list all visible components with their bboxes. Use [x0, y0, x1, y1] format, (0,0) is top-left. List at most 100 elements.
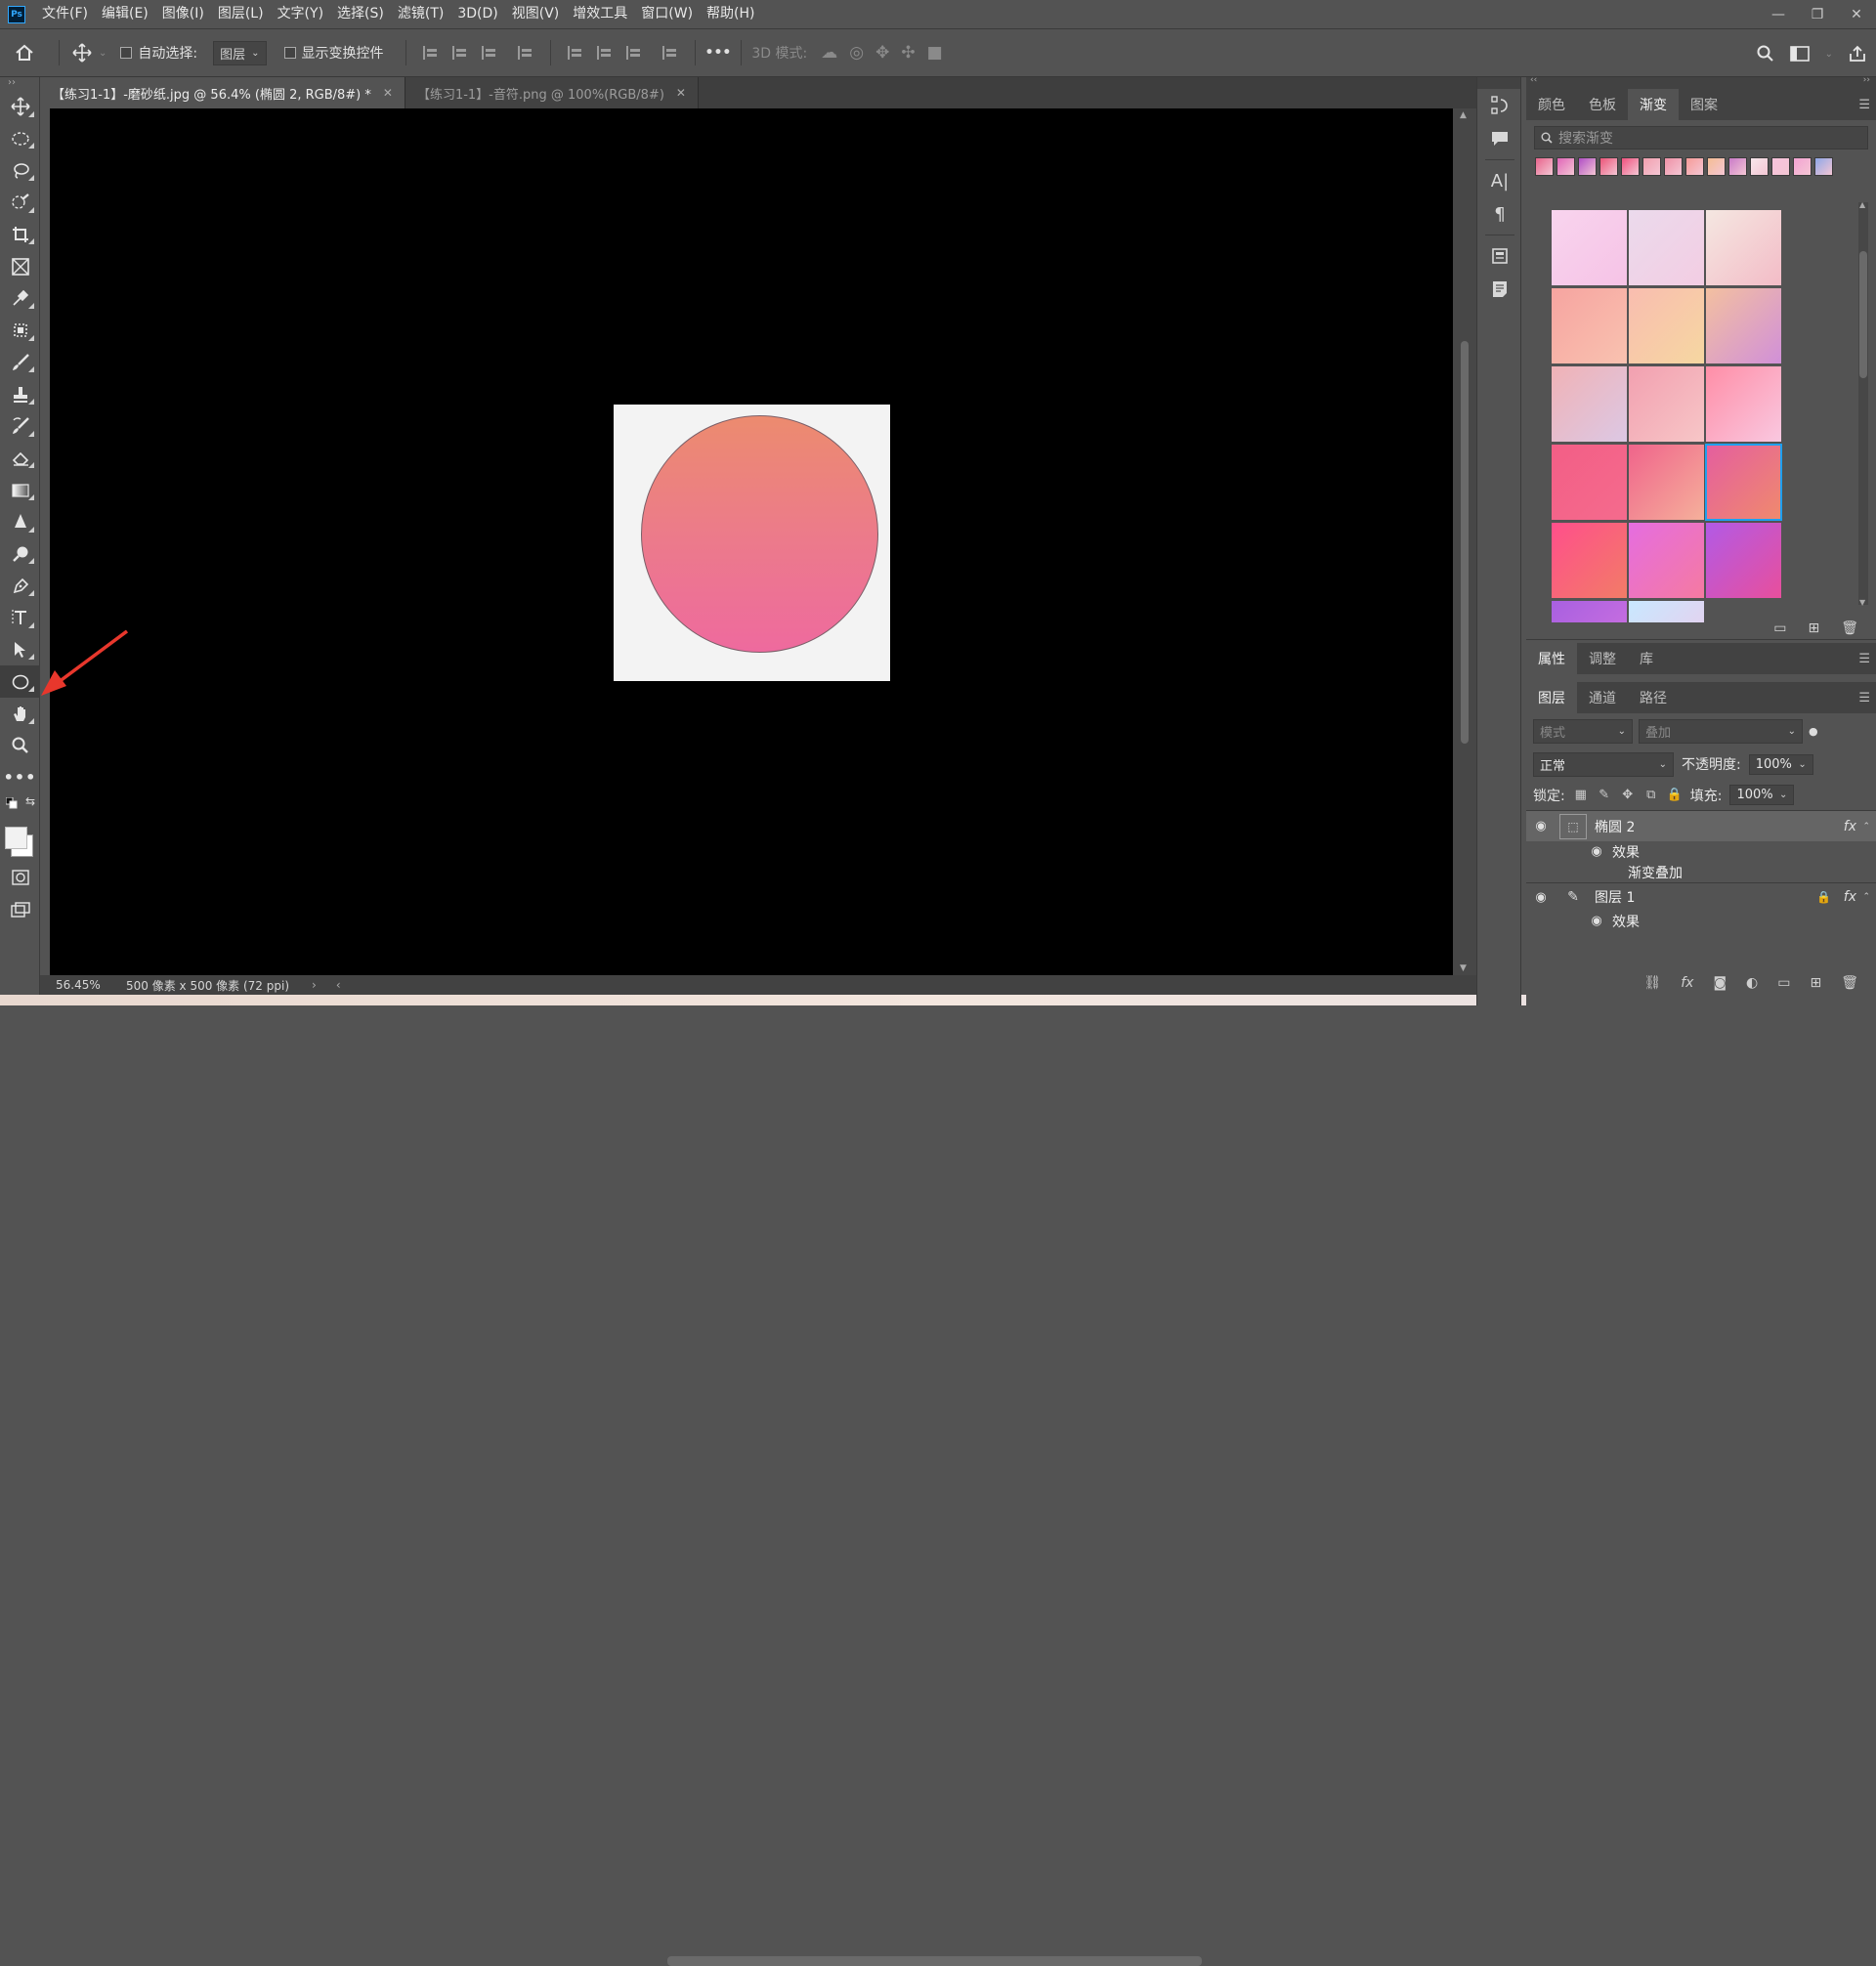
- move-tool[interactable]: [0, 91, 40, 123]
- visibility-eye-icon[interactable]: ◉: [1526, 890, 1556, 905]
- gradient-swatch[interactable]: [1552, 288, 1627, 363]
- gradient-preset[interactable]: [1621, 157, 1640, 176]
- adjustment-layer-icon[interactable]: ◐: [1746, 975, 1758, 991]
- filter-toggle-icon[interactable]: ●: [1809, 725, 1818, 738]
- layer-filter-value-dropdown[interactable]: 叠加 ⌄: [1639, 718, 1803, 744]
- gradient-preset[interactable]: [1814, 157, 1833, 176]
- add-style-icon[interactable]: fx: [1681, 975, 1693, 991]
- gradient-list-scrollbar[interactable]: ▲ ▼: [1858, 200, 1868, 607]
- workspace-icon[interactable]: [1789, 46, 1810, 62]
- gradient-swatch[interactable]: [1629, 288, 1704, 363]
- close-window-button[interactable]: ✕: [1837, 0, 1876, 28]
- opacity-input[interactable]: 100% ⌄: [1748, 753, 1813, 775]
- foreground-color-swatch[interactable]: [5, 827, 27, 850]
- ellipse-shape[interactable]: [641, 415, 878, 653]
- gradient-preset[interactable]: [1685, 157, 1704, 176]
- menu-3d[interactable]: 3D(D): [450, 0, 504, 28]
- dodge-tool[interactable]: [0, 538, 40, 571]
- canvas-horizontal-scrollbar[interactable]: [382, 1954, 1481, 1966]
- frame-tool[interactable]: [0, 250, 40, 282]
- path-select-tool[interactable]: [0, 634, 40, 666]
- 3d-drag-icon[interactable]: ✥: [875, 43, 889, 63]
- restore-button[interactable]: ❐: [1798, 0, 1837, 28]
- link-layers-icon[interactable]: ⛓: [1643, 975, 1661, 991]
- swap-colors-icon[interactable]: ⇆: [25, 794, 35, 808]
- layer-name[interactable]: 图层 1: [1595, 887, 1635, 907]
- effects-row[interactable]: ◉ 效果: [1526, 841, 1876, 862]
- menu-select[interactable]: 选择(S): [330, 0, 391, 28]
- 3d-roll-icon[interactable]: ◎: [849, 43, 864, 63]
- gradient-preset[interactable]: [1642, 157, 1661, 176]
- scroll-thumb[interactable]: [1859, 251, 1867, 378]
- tab-adjustments[interactable]: 调整: [1577, 643, 1628, 674]
- auto-select-checkbox[interactable]: [120, 47, 133, 59]
- gradient-swatch[interactable]: [1629, 445, 1704, 520]
- 3d-slide-icon[interactable]: ✣: [901, 43, 915, 63]
- layer-name[interactable]: 椭圆 2: [1595, 817, 1635, 836]
- gradient-preset[interactable]: [1535, 157, 1554, 176]
- add-mask-icon[interactable]: ◙: [1713, 975, 1727, 991]
- tab-paths[interactable]: 路径: [1628, 682, 1679, 713]
- clone-stamp-tool[interactable]: [0, 378, 40, 410]
- gradient-swatch[interactable]: [1552, 445, 1627, 520]
- menu-file[interactable]: 文件(F): [35, 0, 95, 28]
- scroll-down-icon[interactable]: ▼: [1859, 598, 1865, 607]
- gradient-swatch[interactable]: [1705, 444, 1782, 521]
- lock-transparency-icon[interactable]: ▦: [1573, 788, 1589, 802]
- menu-window[interactable]: 窗口(W): [634, 0, 700, 28]
- gradient-preset[interactable]: [1771, 157, 1790, 176]
- align-middle-icon[interactable]: [596, 46, 613, 60]
- show-transform-checkbox[interactable]: [283, 47, 296, 59]
- scroll-thumb[interactable]: [1461, 341, 1469, 744]
- gradient-preset[interactable]: [1664, 157, 1683, 176]
- gradient-swatch[interactable]: [1552, 210, 1627, 285]
- lock-artboard-icon[interactable]: ⧉: [1643, 788, 1659, 802]
- screen-mode-icon[interactable]: [0, 894, 40, 926]
- color-swatches[interactable]: [0, 823, 39, 862]
- collapse-strip-icon[interactable]: [1477, 77, 1520, 89]
- properties-panel-icon[interactable]: [1477, 239, 1522, 273]
- character-panel-icon[interactable]: A|: [1477, 164, 1522, 197]
- visibility-eye-icon[interactable]: ◉: [1587, 844, 1606, 859]
- type-tool[interactable]: [0, 602, 40, 634]
- share-icon[interactable]: [1849, 45, 1866, 63]
- distribute-icon[interactable]: [517, 46, 533, 60]
- layer-filter-kind-dropdown[interactable]: 模式 ⌄: [1533, 718, 1633, 744]
- layer-row[interactable]: ◉ ✎ 图层 1 🔒 fx ⌃: [1526, 883, 1876, 911]
- gradient-preset[interactable]: [1728, 157, 1747, 176]
- tab-color[interactable]: 颜色: [1526, 89, 1577, 120]
- layer-lock-icon[interactable]: 🔒: [1816, 890, 1831, 904]
- menu-filter[interactable]: 滤镜(T): [391, 0, 450, 28]
- gradient-tool[interactable]: [0, 474, 40, 506]
- 3d-camera-icon[interactable]: ■: [927, 43, 943, 63]
- fx-icon[interactable]: fx: [1844, 889, 1856, 905]
- scroll-left-icon[interactable]: ‹: [317, 978, 341, 992]
- align-left-icon[interactable]: [422, 46, 439, 60]
- menu-layer[interactable]: 图层(L): [211, 0, 271, 28]
- gradient-swatch[interactable]: [1706, 288, 1781, 363]
- menu-type[interactable]: 文字(Y): [271, 0, 330, 28]
- paragraph-panel-icon[interactable]: ¶: [1477, 197, 1522, 231]
- layer-row[interactable]: ◉ ⬚ 椭圆 2 fx ⌃: [1526, 811, 1876, 841]
- gradient-preset[interactable]: [1750, 157, 1769, 176]
- history-brush-tool[interactable]: [0, 410, 40, 443]
- menu-help[interactable]: 帮助(H): [700, 0, 761, 28]
- delete-icon[interactable]: 🗑: [1841, 975, 1858, 991]
- scroll-up-icon[interactable]: ▲: [1859, 200, 1865, 209]
- scroll-down-icon[interactable]: ▼: [1460, 963, 1467, 973]
- align-bottom-icon[interactable]: [625, 46, 642, 60]
- gradient-swatch[interactable]: [1629, 523, 1704, 598]
- delete-icon[interactable]: 🗑: [1841, 620, 1858, 636]
- gradient-preset[interactable]: [1578, 157, 1597, 176]
- history-panel-icon[interactable]: [1477, 89, 1522, 122]
- eraser-tool[interactable]: [0, 443, 40, 475]
- lasso-tool[interactable]: [0, 154, 40, 187]
- quick-select-tool[interactable]: [0, 187, 40, 219]
- visibility-eye-icon[interactable]: ◉: [1587, 914, 1606, 928]
- gradient-search-input[interactable]: 搜索渐变: [1534, 126, 1868, 150]
- zoom-tool[interactable]: [0, 730, 40, 762]
- menu-view[interactable]: 视图(V): [505, 0, 567, 28]
- gradient-swatch[interactable]: [1706, 523, 1781, 598]
- gradient-swatch[interactable]: [1629, 210, 1704, 285]
- new-group-icon[interactable]: ▭: [1773, 620, 1786, 636]
